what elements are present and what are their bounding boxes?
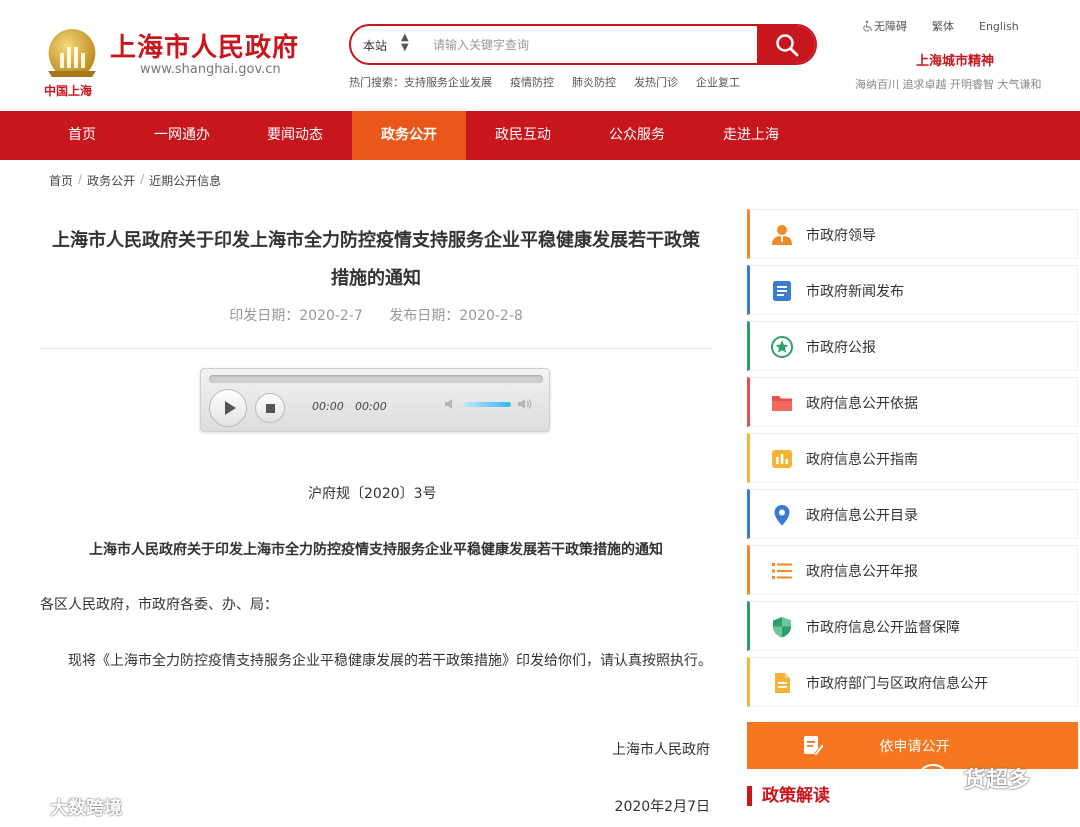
document-number: 沪府规〔2020〕3号: [308, 486, 437, 502]
nav-item-one-network[interactable]: 一网通办: [143, 111, 221, 160]
shanghai-emblem-icon[interactable]: [43, 27, 101, 83]
accessibility-label: 无障碍: [874, 20, 907, 33]
nav-item-interaction[interactable]: 政民互动: [484, 111, 562, 160]
signature: 上海市人民政府: [612, 742, 710, 758]
recipients-paragraph: 各区人民政府，市政府各委、办、局：: [40, 597, 278, 613]
traditional-chinese-link[interactable]: 繁体: [932, 18, 954, 34]
sidebar-item-news-release[interactable]: 市政府新闻发布: [747, 265, 1078, 315]
article-title-line: 措施的通知: [331, 268, 421, 289]
breadcrumb-separator: /: [140, 172, 145, 186]
sign-date: 2020年2月7日: [614, 799, 710, 815]
policy-interpretation-title[interactable]: 政策解读: [747, 786, 830, 806]
english-link[interactable]: English: [979, 18, 1019, 34]
breadcrumb-home[interactable]: 首页: [49, 172, 73, 189]
sidebar-item-annual-report[interactable]: 政府信息公开年报: [747, 545, 1078, 595]
hot-search-label: 热门搜索：: [349, 76, 404, 89]
city-spirit-title: 上海城市精神: [916, 54, 995, 69]
play-button[interactable]: [209, 389, 247, 427]
folder-icon: [772, 396, 792, 411]
breadcrumb-government-affairs[interactable]: 政务公开: [87, 172, 135, 189]
sidebar-item-department-disclosure[interactable]: 市政府部门与区政府信息公开: [747, 657, 1078, 707]
watermark-right-text: 货超多: [964, 768, 1031, 793]
hot-search-term[interactable]: 疫情防控: [510, 74, 554, 90]
sidebar-item-label: 市政府部门与区政府信息公开: [806, 676, 988, 692]
brand-logo-icon: [11, 799, 50, 814]
scope-arrows-icon[interactable]: ▲ ▼: [401, 33, 409, 53]
breadcrumb-separator: /: [78, 172, 83, 186]
sidebar-item-label: 市政府信息公开监督保障: [806, 620, 960, 636]
hot-search-term[interactable]: 发热门诊: [634, 74, 678, 90]
volume-slider[interactable]: [463, 402, 511, 407]
accessibility-link[interactable]: 无障碍: [862, 18, 907, 34]
sidebar-item-label: 市政府新闻发布: [806, 284, 904, 300]
audio-player: 00:00 00:00: [200, 368, 550, 432]
breadcrumb: 首页 / 政务公开 / 近期公开信息: [49, 172, 221, 189]
hot-search-bar: 热门搜索： 支持服务企业发展 疫情防控 肺炎防控 发热门诊 企业复工: [349, 74, 758, 90]
sidebar-item-label: 市政府公报: [806, 340, 876, 356]
watermark-left: 大数跨境: [10, 794, 122, 820]
sidebar-item-label: 市政府领导: [806, 228, 876, 244]
file-icon: [775, 673, 790, 693]
site-url: www.shanghai.gov.cn: [140, 62, 281, 77]
document-icon: [773, 281, 791, 301]
main-nav: 首页 一网通办 要闻动态 政务公开 政民互动 公众服务 走进上海: [0, 111, 1080, 160]
audio-current-time: 00:00: [312, 400, 344, 413]
article-title-line: 上海市人民政府关于印发上海市全力防控疫情支持服务企业平稳健康发展若干政策: [52, 230, 700, 251]
hot-search-term[interactable]: 支持服务企业发展: [404, 74, 492, 90]
city-spirit-text: 海纳百川 追求卓越 开明睿智 大气谦和: [855, 78, 1042, 91]
sidebar-item-disclosure-basis[interactable]: 政府信息公开依据: [747, 377, 1078, 427]
list-icon: [772, 563, 792, 579]
shield-icon: [773, 617, 791, 638]
search-box: 本站 ▲ ▼: [349, 24, 817, 65]
logo-caption: 中国上海: [44, 84, 93, 98]
star-icon: [771, 336, 793, 358]
search-icon: [776, 34, 799, 57]
wechat-icon: [919, 764, 956, 792]
audio-progress-track[interactable]: [209, 375, 543, 383]
article-sub-title: 上海市人民政府关于印发上海市全力防控疫情支持服务企业平稳健康发展若干政策措施的通…: [89, 542, 663, 558]
publish-date: 发布日期：2020-2-8: [389, 308, 523, 324]
search-scope-select[interactable]: 本站: [363, 37, 387, 54]
article-dates: 印发日期：2020-2-7 发布日期：2020-2-8: [40, 305, 712, 325]
volume-mute-icon[interactable]: [443, 396, 459, 412]
hot-search-term[interactable]: 企业复工: [696, 74, 740, 90]
sidebar-item-label: 政府信息公开依据: [806, 396, 918, 412]
title-divider: [40, 348, 712, 349]
sidebar-item-supervision[interactable]: 市政府信息公开监督保障: [747, 601, 1078, 651]
person-icon: [772, 225, 792, 245]
nav-item-home[interactable]: 首页: [43, 111, 121, 160]
sidebar-item-disclosure-guide[interactable]: 政府信息公开指南: [747, 433, 1078, 483]
site-header: 中国上海 上海市人民政府 www.shanghai.gov.cn 本站 ▲▼ 热…: [0, 0, 1080, 111]
sidebar-item-leaders[interactable]: 市政府领导: [747, 209, 1078, 259]
nav-item-government-affairs[interactable]: 政务公开: [352, 111, 466, 160]
sidebar-item-label: 政府信息公开年报: [806, 564, 918, 580]
body-paragraph: 现将《上海市全力防控疫情支持服务企业平稳健康发展的若干政策措施》印发给你们，请认…: [68, 653, 712, 669]
top-links: 无障碍 繁体 English: [862, 18, 1019, 34]
sidebar-item-gazette[interactable]: 市政府公报: [747, 321, 1078, 371]
nav-item-news[interactable]: 要闻动态: [256, 111, 334, 160]
chart-icon: [772, 450, 792, 468]
stop-button[interactable]: [255, 393, 285, 423]
watermark-right: 货超多: [918, 762, 1030, 794]
search-button[interactable]: [757, 26, 815, 63]
location-pin-icon: [774, 505, 790, 526]
issue-date: 印发日期：2020-2-7: [229, 308, 363, 324]
search-input[interactable]: [433, 34, 753, 56]
nav-item-about-shanghai[interactable]: 走进上海: [712, 111, 790, 160]
breadcrumb-current[interactable]: 近期公开信息: [149, 172, 221, 189]
site-title[interactable]: 上海市人民政府: [110, 27, 299, 64]
article-title: 上海市人民政府关于印发上海市全力防控疫情支持服务企业平稳健康发展若干政策 措施的…: [40, 222, 712, 298]
hot-search-term[interactable]: 肺炎防控: [572, 74, 616, 90]
sidebar-item-label: 政府信息公开目录: [806, 508, 918, 524]
wheelchair-icon: [863, 20, 873, 32]
audio-duration: 00:00: [355, 400, 387, 413]
apply-disclosure-label: 依申请公开: [879, 739, 950, 755]
volume-max-icon[interactable]: [517, 396, 533, 412]
sidebar-item-disclosure-catalog[interactable]: 政府信息公开目录: [747, 489, 1078, 539]
nav-item-public-service[interactable]: 公众服务: [598, 111, 676, 160]
sidebar-item-label: 政府信息公开指南: [806, 452, 918, 468]
watermark-left-text: 大数跨境: [50, 798, 122, 819]
